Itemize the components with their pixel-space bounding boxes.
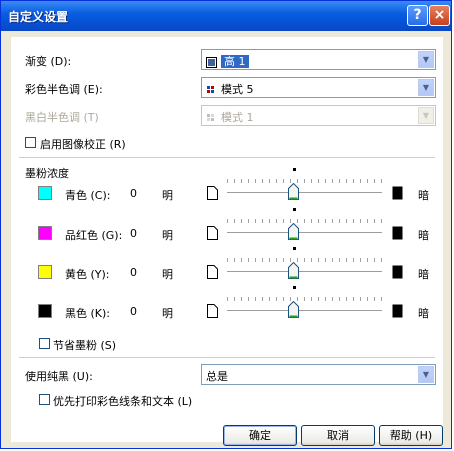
gradient-label: 渐变 (D): <box>25 55 72 68</box>
halftone-pattern-icon <box>207 113 214 121</box>
channel-label: 品红色 (G): <box>65 229 123 242</box>
dark-page-icon <box>392 265 403 279</box>
yellow-slider-track[interactable] <box>227 271 382 273</box>
slider-ticks <box>227 297 382 301</box>
title-close-button[interactable]: × <box>429 5 450 26</box>
yellow-swatch <box>38 265 52 279</box>
light-page-icon <box>207 226 218 240</box>
print-priority-label: 优先打印彩色线条和文本 (L) <box>53 395 193 408</box>
color-halftone-select[interactable]: 模式 5 ▼ <box>201 77 436 98</box>
print-priority-checkbox[interactable] <box>39 394 50 405</box>
toner-density-title: 墨粉浓度 <box>25 167 69 180</box>
pure-black-value: 总是 <box>206 370 228 383</box>
chevron-down-icon[interactable]: ▼ <box>418 79 434 96</box>
slider-default-marker <box>293 168 296 171</box>
image-correction-label: 启用图像校正 (R) <box>40 138 126 151</box>
gradient-value: 高 1 <box>221 55 249 68</box>
title-help-button[interactable]: ? <box>407 5 428 26</box>
light-label: 明 <box>162 229 173 242</box>
light-page-icon <box>207 186 218 200</box>
halftone-pattern-icon <box>206 84 217 96</box>
dark-page-icon <box>392 226 403 240</box>
slider-ticks <box>227 219 382 223</box>
dark-page-icon <box>392 304 403 318</box>
bw-halftone-select: 模式 1 ▼ <box>201 105 436 126</box>
dark-label: 暗 <box>418 229 429 242</box>
color-halftone-value-wrap: 模式 5 <box>206 81 254 97</box>
channel-label: 黑色 (K): <box>65 307 110 320</box>
magenta-slider-thumb[interactable] <box>288 223 299 240</box>
channel-label: 青色 (C): <box>65 189 111 202</box>
chevron-down-icon[interactable]: ▼ <box>418 366 434 383</box>
cyan-swatch <box>38 186 52 200</box>
toner-save-checkbox[interactable] <box>39 338 50 349</box>
color-halftone-label: 彩色半色调 (E): <box>25 83 103 96</box>
channel-value: 0 <box>130 305 137 318</box>
light-page-icon <box>207 304 218 318</box>
black-swatch <box>38 304 52 318</box>
magenta-swatch <box>38 226 52 240</box>
help-button[interactable]: 帮助 (H) <box>379 425 443 446</box>
slider-default-marker <box>293 286 296 289</box>
cyan-slider-track[interactable] <box>227 192 382 194</box>
pure-black-select[interactable]: 总是 ▼ <box>201 364 436 385</box>
image-correction-checkbox[interactable] <box>25 137 36 148</box>
black-slider-thumb[interactable] <box>288 301 299 318</box>
title-bar[interactable]: 自定义设置 ? × <box>1 1 451 31</box>
divider <box>19 357 435 358</box>
dark-label: 暗 <box>418 268 429 281</box>
channel-value: 0 <box>130 266 137 279</box>
dialog-client-area: 渐变 (D): 高 1 ▼ 彩色半色调 (E): 模式 5 ▼ 黑白半色调 (T… <box>11 37 443 446</box>
magenta-slider-track[interactable] <box>227 232 382 234</box>
slider-ticks <box>227 179 382 183</box>
toner-save-label: 节省墨粉 (S) <box>53 339 117 352</box>
pure-black-label: 使用纯黑 (U): <box>25 370 93 383</box>
light-label: 明 <box>162 307 173 320</box>
light-page-icon <box>207 265 218 279</box>
slider-default-marker <box>293 247 296 250</box>
channel-value: 0 <box>130 227 137 240</box>
custom-settings-dialog: 自定义设置 ? × 渐变 (D): 高 1 ▼ 彩色半色调 (E): 模式 5 … <box>0 0 452 449</box>
gradient-select[interactable]: 高 1 ▼ <box>201 49 436 70</box>
black-slider-track[interactable] <box>227 310 382 312</box>
cancel-button[interactable]: 取消 <box>301 425 375 446</box>
light-label: 明 <box>162 268 173 281</box>
ok-button[interactable]: 确定 <box>223 425 297 446</box>
bw-halftone-value-wrap: 模式 1 <box>206 109 254 125</box>
chevron-down-icon[interactable]: ▼ <box>418 51 434 68</box>
light-label: 明 <box>162 189 173 202</box>
slider-ticks <box>227 258 382 262</box>
bw-halftone-label: 黑白半色调 (T) <box>25 111 99 124</box>
channel-value: 0 <box>130 187 137 200</box>
channel-label: 黄色 (Y): <box>65 268 110 281</box>
dark-label: 暗 <box>418 189 429 202</box>
divider <box>19 157 435 158</box>
slider-default-marker <box>293 208 296 211</box>
chevron-down-icon: ▼ <box>418 107 434 124</box>
cyan-slider-thumb[interactable] <box>288 183 299 200</box>
yellow-slider-thumb[interactable] <box>288 262 299 279</box>
bw-halftone-value: 模式 1 <box>221 111 254 124</box>
dark-page-icon <box>392 186 403 200</box>
dark-label: 暗 <box>418 307 429 320</box>
window-title: 自定义设置 <box>8 10 69 24</box>
gradient-icon <box>206 56 217 68</box>
color-halftone-value: 模式 5 <box>221 83 254 96</box>
gradient-value-wrap: 高 1 <box>206 53 249 69</box>
